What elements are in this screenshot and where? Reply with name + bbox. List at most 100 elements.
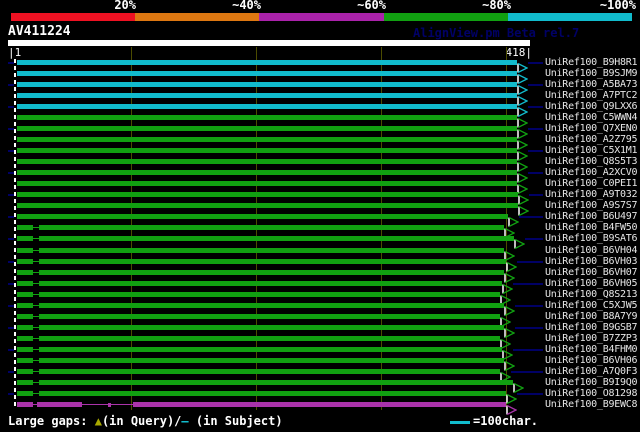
alignment-bar[interactable] bbox=[17, 60, 517, 65]
alignment-bar[interactable] bbox=[37, 402, 82, 407]
alignment-arrow-icon[interactable] bbox=[514, 234, 526, 250]
hit-label[interactable]: UniRef100_A2XCV0 bbox=[545, 167, 640, 178]
alignment-bar[interactable] bbox=[17, 203, 518, 208]
alignment-arrow-icon[interactable] bbox=[513, 378, 525, 394]
alignment-bar[interactable] bbox=[17, 369, 33, 374]
alignment-arrow-icon[interactable] bbox=[517, 146, 529, 162]
alignment-bar[interactable] bbox=[17, 292, 33, 297]
alignment-arrow-icon[interactable] bbox=[517, 168, 529, 184]
alignment-bar[interactable] bbox=[17, 181, 517, 186]
alignment-bar[interactable] bbox=[39, 292, 500, 297]
alignment-bar[interactable] bbox=[39, 347, 502, 352]
hit-label[interactable]: UniRef100_B4FHM0 bbox=[545, 344, 640, 355]
alignment-bar[interactable] bbox=[39, 225, 504, 230]
alignment-arrow-icon[interactable] bbox=[502, 345, 514, 361]
alignment-bar[interactable] bbox=[17, 71, 517, 76]
alignment-bar[interactable] bbox=[39, 358, 504, 363]
hit-label[interactable]: UniRef100_B6VH06 bbox=[545, 355, 640, 366]
alignment-arrow-icon[interactable] bbox=[500, 312, 512, 328]
hit-label[interactable]: UniRef100_B9SAT6 bbox=[545, 233, 640, 244]
alignment-bar[interactable] bbox=[39, 236, 514, 241]
alignment-bar[interactable] bbox=[17, 115, 517, 120]
alignment-bar[interactable] bbox=[17, 93, 517, 98]
alignment-bar[interactable] bbox=[17, 148, 517, 153]
alignment-arrow-icon[interactable] bbox=[517, 69, 529, 85]
alignment-bar[interactable] bbox=[17, 214, 508, 219]
alignment-arrow-icon[interactable] bbox=[517, 135, 529, 151]
alignment-bar[interactable] bbox=[17, 281, 33, 286]
hit-label[interactable]: UniRef100_B6U497 bbox=[545, 211, 640, 222]
hit-label[interactable]: UniRef100_B6VH03 bbox=[545, 256, 640, 267]
alignment-bar[interactable] bbox=[17, 192, 518, 197]
alignment-bar[interactable] bbox=[39, 325, 504, 330]
alignment-arrow-icon[interactable] bbox=[500, 290, 512, 306]
hit-label[interactable]: UniRef100_A7Q0F3 bbox=[545, 366, 640, 377]
alignment-arrow-icon[interactable] bbox=[502, 279, 514, 295]
alignment-arrow-icon[interactable] bbox=[517, 102, 529, 118]
hit-label[interactable]: UniRef100_Q7XEN0 bbox=[545, 123, 640, 134]
hit-label[interactable]: UniRef100_B6VH04 bbox=[545, 245, 640, 256]
alignment-bar[interactable] bbox=[39, 281, 502, 286]
hit-label[interactable]: UniRef100_Q8S5T3 bbox=[545, 156, 640, 167]
alignment-bar[interactable] bbox=[39, 336, 500, 341]
alignment-bar[interactable] bbox=[17, 270, 33, 275]
alignment-bar[interactable] bbox=[17, 391, 33, 396]
alignment-bar[interactable] bbox=[17, 170, 517, 175]
hit-label[interactable]: UniRef100_C5WWN4 bbox=[545, 112, 640, 123]
hit-label[interactable]: UniRef100_Q9LXX6 bbox=[545, 101, 640, 112]
alignment-bar[interactable] bbox=[17, 336, 33, 341]
hit-label[interactable]: UniRef100_B7ZZP3 bbox=[545, 333, 640, 344]
alignment-bar[interactable] bbox=[17, 347, 33, 352]
hit-label[interactable]: UniRef100_B9H8R1 bbox=[545, 57, 640, 68]
hit-label[interactable]: UniRef100_A9T032 bbox=[545, 189, 640, 200]
alignment-arrow-icon[interactable] bbox=[504, 246, 516, 262]
alignment-bar[interactable] bbox=[17, 325, 33, 330]
alignment-bar[interactable] bbox=[17, 159, 517, 164]
alignment-arrow-icon[interactable] bbox=[504, 356, 516, 372]
alignment-bar[interactable] bbox=[17, 126, 517, 131]
alignment-bar[interactable] bbox=[17, 236, 33, 241]
alignment-arrow-icon[interactable] bbox=[517, 58, 529, 74]
alignment-arrow-icon[interactable] bbox=[517, 80, 529, 96]
alignment-arrow-icon[interactable] bbox=[504, 301, 516, 317]
hit-label[interactable]: UniRef100_A7PTC2 bbox=[545, 90, 640, 101]
alignment-bar[interactable] bbox=[39, 380, 513, 385]
alignment-arrow-icon[interactable] bbox=[506, 389, 518, 405]
alignment-bar[interactable] bbox=[17, 314, 33, 319]
alignment-arrow-icon[interactable] bbox=[518, 201, 530, 217]
alignment-arrow-icon[interactable] bbox=[517, 113, 529, 129]
alignment-bar[interactable] bbox=[39, 314, 500, 319]
alignment-arrow-icon[interactable] bbox=[517, 157, 529, 173]
alignment-arrow-icon[interactable] bbox=[518, 190, 530, 206]
hit-label[interactable]: UniRef100_B9SJM9 bbox=[545, 68, 640, 79]
hit-label[interactable]: UniRef100_B9EWC8 bbox=[545, 399, 640, 410]
hit-label[interactable]: UniRef100_B9GSB7 bbox=[545, 322, 640, 333]
alignment-arrow-icon[interactable] bbox=[500, 367, 512, 383]
alignment-bar[interactable] bbox=[17, 248, 33, 253]
alignment-bar[interactable] bbox=[17, 82, 517, 87]
alignment-bar[interactable] bbox=[39, 391, 506, 396]
hit-label[interactable]: UniRef100_C0PEI1 bbox=[545, 178, 640, 189]
alignment-bar[interactable] bbox=[39, 303, 504, 308]
alignment-bar[interactable] bbox=[39, 369, 500, 374]
alignment-bar[interactable] bbox=[17, 303, 33, 308]
alignment-arrow-icon[interactable] bbox=[504, 323, 516, 339]
hit-label[interactable]: UniRef100_C5XJW5 bbox=[545, 300, 640, 311]
hit-label[interactable]: UniRef100_B9I9Q0 bbox=[545, 377, 640, 388]
alignment-bar[interactable] bbox=[133, 402, 506, 407]
hit-label[interactable]: UniRef100_B6VH07 bbox=[545, 267, 640, 278]
alignment-bar[interactable] bbox=[17, 358, 33, 363]
alignment-bar[interactable] bbox=[17, 259, 33, 264]
alignment-arrow-icon[interactable] bbox=[504, 223, 516, 239]
alignment-bar[interactable] bbox=[17, 380, 33, 385]
alignment-bar[interactable] bbox=[39, 259, 506, 264]
hit-label[interactable]: UniRef100_B8A7Y9 bbox=[545, 311, 640, 322]
hit-label[interactable]: UniRef100_B4FW50 bbox=[545, 222, 640, 233]
alignment-bar[interactable] bbox=[108, 403, 111, 407]
alignment-arrow-icon[interactable] bbox=[504, 268, 516, 284]
hit-label[interactable]: UniRef100_A9S7S7 bbox=[545, 200, 640, 211]
alignment-arrow-icon[interactable] bbox=[517, 179, 529, 195]
hit-label[interactable]: UniRef100_Q8S213 bbox=[545, 289, 640, 300]
alignment-arrow-icon[interactable] bbox=[506, 257, 518, 273]
alignment-bar[interactable] bbox=[17, 137, 517, 142]
